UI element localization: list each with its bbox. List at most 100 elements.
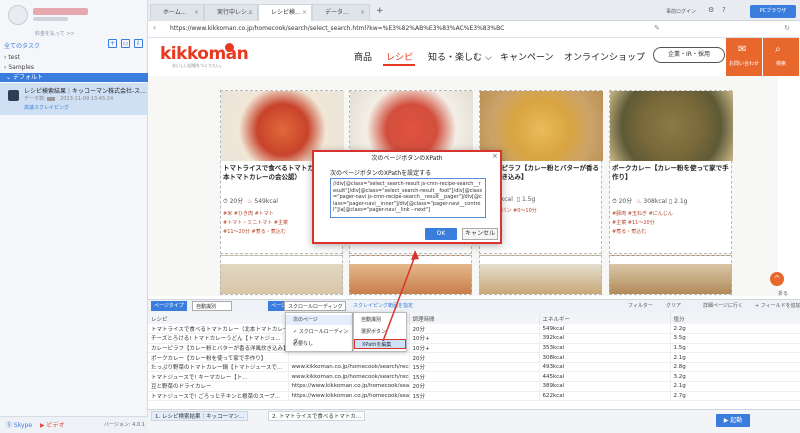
avatar[interactable] (8, 5, 28, 25)
corp-link[interactable]: 企業・IR・採用 (653, 47, 725, 63)
help-icon[interactable]: ? (722, 6, 726, 14)
pagination-mode-select[interactable]: スクロールローディング (284, 301, 346, 311)
upgrade-link[interactable]: 料金を払って >> (35, 30, 75, 37)
fold-button[interactable]: 折る (778, 290, 788, 297)
nav-campaign[interactable]: キャンペーン (500, 50, 554, 63)
recipe-card[interactable] (349, 255, 472, 295)
tab-recipe-search[interactable]: レシピ検... × (258, 4, 312, 21)
clear-button[interactable]: クリア (663, 301, 684, 311)
table-cell: 549kcal (539, 324, 671, 335)
nav-active-underline (383, 64, 415, 66)
recipe-tags: #豚肉 #玉ねぎ #にんじん #主菜 #11〜20分 #煮る・煮込む (612, 211, 673, 235)
column-header[interactable]: レシピ (148, 313, 289, 324)
table-cell: チーズとろける! トマトカレーうどん【トマトジュ... (148, 333, 289, 344)
column-header[interactable]: エネルギー (539, 313, 671, 324)
recipe-meta: ⏱ 20分 ♨ 308kcal ▯ 2.1g (612, 198, 688, 205)
video-link[interactable]: ▶ ビデオ (40, 420, 65, 429)
menu-item-scroll-loading[interactable]: ✓ スクロールローディング (286, 327, 352, 345)
table-cell: 2.1g (670, 381, 800, 392)
table-cell: トマトジュースで! キーマカレー【ト... (148, 371, 289, 383)
edit-icon[interactable]: ✎ (654, 24, 660, 32)
tab-running[interactable]: 実行中レシ... × (204, 4, 258, 21)
refresh-icon[interactable]: ↻ (784, 24, 790, 32)
all-tasks-header[interactable]: 全てのタスク (4, 41, 40, 50)
close-icon[interactable]: × (492, 152, 498, 160)
column-header[interactable]: 塩分 (670, 313, 800, 324)
add-field-button[interactable]: + フィールドを追加 (752, 301, 800, 311)
user-id-blurred (33, 17, 68, 21)
table-row[interactable]: たっぷり野菜のトマトカレー鍋【トマトジュースで... www.kikkoman.c… (148, 362, 800, 373)
group-default[interactable]: ⌄ デフォルト (0, 73, 148, 82)
nav-products[interactable]: 商品 (354, 50, 372, 63)
menu-item-auto-detect[interactable]: 自動識別 (354, 315, 406, 325)
nav-recipes[interactable]: レシピ (386, 50, 413, 63)
column-header[interactable]: 調理時間 (409, 313, 540, 324)
close-icon[interactable]: × (302, 5, 307, 20)
detail-page-button[interactable]: 詳細ページに行く (700, 301, 746, 311)
table-row[interactable]: 豆と野菜のドライカレー https://www.kikkoman.co.jp/ho… (148, 381, 800, 392)
search-icon: ⌕ (775, 44, 781, 55)
ok-button[interactable]: OK (425, 228, 457, 240)
cancel-button[interactable]: キャンセル (462, 228, 498, 240)
table-cell: 2.7g (670, 391, 800, 402)
export-icon[interactable]: ⇩ (134, 39, 143, 48)
table-row[interactable]: トマトライスで食べるトマトカレー（北本トマトカレーの... 20分 549kcal 2… (148, 324, 800, 335)
table-row[interactable]: カレーピラフ【カレー粉とバターが香る洋風炊き込み】 10分+ 353kcal 1.5g (148, 343, 800, 354)
mail-icon: ✉ (738, 44, 747, 55)
recipe-card[interactable] (220, 255, 343, 295)
menu-item-none[interactable]: 必要なし (286, 339, 352, 349)
pc-browser-select[interactable]: PCブラウザ (750, 5, 796, 18)
pre-login-button[interactable]: 事前ログイン (666, 8, 696, 15)
clock-icon: ⏱ (223, 198, 228, 205)
table-row[interactable]: トマトジュースで! キーマカレー【ト... www.kikkoman.co.jp/… (148, 371, 800, 383)
nav-shop[interactable]: オンラインショップ (564, 50, 645, 63)
new-task-icon[interactable]: + (108, 39, 117, 48)
new-tab-icon[interactable]: + (376, 6, 384, 16)
next-page-submenu: 自動識別 選択ボタン XPathを編集 (353, 312, 407, 352)
tree-item-samples[interactable]: › Samples (4, 64, 34, 71)
menu-item-select-button[interactable]: 選択ボタン (354, 327, 406, 337)
tab-page-2[interactable]: 2. トマトライスで食べるトマトカ... (268, 411, 366, 421)
search-button[interactable]: 検索 (763, 38, 799, 76)
data-preview-table: レシピ 調理時間 エネルギー 塩分 トマトライスで食べるトマトカレー（北本トマト… (148, 313, 800, 409)
scroll-top-button[interactable]: ^ (770, 272, 784, 286)
table-row[interactable]: ポークカレー【カレー粉を使って家で手作り】 20分 308kcal 2.1g (148, 352, 800, 363)
folder-icon[interactable]: ▭ (121, 39, 130, 48)
task-meta: データ数: 2023-11-09 13:45:24 (24, 96, 114, 102)
page-type-select[interactable]: 自動識別 (192, 301, 232, 311)
recipe-card[interactable] (609, 255, 732, 295)
tab-data[interactable]: データ... × (312, 4, 370, 21)
table-row[interactable]: トマトジュースで! ごろっとチキンと根菜のスープ... https://www.k… (148, 391, 800, 402)
gear-icon[interactable]: ⚙ (708, 6, 714, 14)
tree-item-test[interactable]: › test (4, 54, 20, 61)
recipe-card[interactable]: ポークカレー【カレー粉を使って家で手作り】 ⏱ 20分 ♨ 308kcal ▯ … (609, 90, 733, 254)
chevron-right-icon: › (4, 54, 7, 61)
close-icon[interactable]: × (194, 5, 199, 20)
tab-home[interactable]: ホーム... × (150, 4, 204, 21)
table-cell: 493kcal (539, 362, 671, 373)
kikkoman-logo[interactable]: kikkoman (160, 44, 249, 64)
scrape-range-link[interactable]: スクレイピング範囲を指定 (350, 301, 416, 311)
filter-button[interactable]: フィルター (625, 301, 656, 311)
tab-page-1[interactable]: 1. レシピ検索結果｜キッコーマン... (151, 411, 249, 421)
recipe-card[interactable] (479, 255, 602, 295)
table-cell: 445kcal (539, 371, 671, 383)
table-cell (288, 352, 410, 363)
skype-link[interactable]: Ⓢ Skype (6, 420, 32, 429)
start-button[interactable]: ▶ 起動 (716, 414, 750, 427)
menu-item-edit-xpath[interactable]: XPathを編集 (354, 339, 406, 349)
back-icon[interactable]: ‹ (153, 23, 156, 32)
user-name-blurred (33, 8, 88, 15)
table-cell: 15分 (409, 391, 540, 402)
table-cell: 353kcal (539, 343, 671, 354)
url-input[interactable]: https://www.kikkoman.co.jp/homecook/sear… (170, 25, 504, 32)
table-row[interactable]: チーズとろける! トマトカレーうどん【トマトジュ... 10分+ 392kcal 3.… (148, 333, 800, 344)
nav-learn[interactable]: 知る・楽しむ ⌵ (428, 50, 492, 63)
menu-item-next-page[interactable]: 次のページ (286, 315, 352, 325)
table-cell: 389kcal (539, 381, 671, 392)
close-icon[interactable]: × (248, 5, 253, 20)
close-icon[interactable]: × (360, 5, 365, 20)
table-cell: ポークカレー【カレー粉を使って家で手作り】 (148, 352, 289, 363)
xpath-textarea[interactable]: //div[@class="select_search-result js-cm… (330, 178, 486, 218)
task-name: レシピ検索結果｜キッコーマン株式会社-ス... (24, 88, 146, 95)
